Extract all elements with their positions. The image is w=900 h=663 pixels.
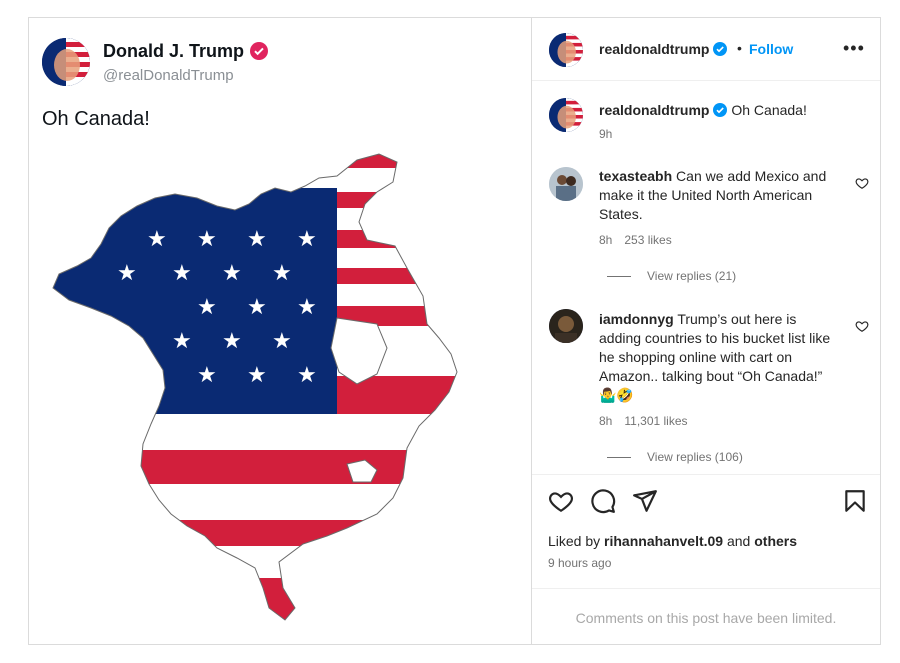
share-paper-plane-icon[interactable] xyxy=(632,488,658,514)
header-avatar[interactable] xyxy=(549,33,583,67)
caption-username[interactable]: realdonaldtrump xyxy=(599,102,709,118)
svg-text:★: ★ xyxy=(247,227,267,252)
like-heart-icon[interactable] xyxy=(548,488,574,514)
svg-text:★: ★ xyxy=(297,363,317,388)
comment-avatar[interactable] xyxy=(549,167,583,201)
header-divider xyxy=(532,80,880,81)
comment-username[interactable]: iamdonnyg xyxy=(599,311,674,327)
svg-text:★: ★ xyxy=(272,329,292,354)
comment-time: 8h xyxy=(599,233,613,247)
comment-meta: 8h 253 likes xyxy=(599,233,684,247)
caption-time: 9h xyxy=(599,127,613,141)
svg-text:★: ★ xyxy=(222,329,242,354)
view-replies-label[interactable]: View replies (21) xyxy=(647,269,736,283)
post-image[interactable]: Donald J. Trump @realDonaldTrump Oh Cana… xyxy=(29,18,532,644)
post-card: Donald J. Trump @realDonaldTrump Oh Cana… xyxy=(28,17,881,645)
north-america-flag-map: ★ ★ ★ ★ ★ ★ ★ ★ ★ ★ ★ ★ ★ ★ ★ ★ ★ xyxy=(47,148,527,633)
separator-dot: • xyxy=(737,40,742,56)
view-replies-label[interactable]: View replies (106) xyxy=(647,450,743,464)
verified-badge-icon xyxy=(713,42,728,59)
caption: realdonaldtrump Oh Canada! xyxy=(599,102,807,120)
liked-by-prefix: Liked by xyxy=(548,533,601,549)
caption-text: Oh Canada! xyxy=(731,102,807,118)
comment-like-heart-icon[interactable] xyxy=(855,176,869,190)
tweet-avatar xyxy=(42,38,90,86)
post-sidebar: realdonaldtrump • Follow ••• realdonaldt… xyxy=(532,18,880,644)
svg-text:★: ★ xyxy=(297,227,317,252)
tweet-display-name-text: Donald J. Trump xyxy=(103,41,245,61)
liked-by: Liked by rihannahanvelt.09 and others xyxy=(548,533,797,549)
verified-badge-icon xyxy=(713,103,728,120)
comments-limited-notice: Comments on this post have been limited. xyxy=(575,610,837,626)
comment-like-heart-icon[interactable] xyxy=(855,319,869,333)
svg-text:★: ★ xyxy=(117,261,137,286)
comment-meta: 8h 11,301 likes xyxy=(599,414,700,428)
actions-divider xyxy=(532,474,880,475)
bookmark-icon[interactable] xyxy=(842,488,868,514)
liked-by-user[interactable]: rihannahanvelt.09 xyxy=(604,533,723,549)
comment-likes[interactable]: 11,301 likes xyxy=(624,414,687,428)
verified-badge-icon xyxy=(250,42,269,65)
svg-text:★: ★ xyxy=(172,261,192,286)
action-bar xyxy=(532,488,880,518)
tweet-display-name: Donald J. Trump xyxy=(103,41,269,65)
more-options-button[interactable]: ••• xyxy=(843,39,865,57)
comment-text-block: iamdonnyg Trump’s out here is adding cou… xyxy=(599,310,839,405)
svg-text:★: ★ xyxy=(147,227,167,252)
post-timestamp: 9 hours ago xyxy=(548,556,612,570)
follow-button[interactable]: Follow xyxy=(749,41,793,57)
footer-divider xyxy=(532,588,880,589)
tweet-handle: @realDonaldTrump xyxy=(103,67,234,84)
svg-text:★: ★ xyxy=(222,261,242,286)
replies-line xyxy=(607,457,631,459)
comment-bubble-icon[interactable] xyxy=(590,488,616,514)
liked-by-others[interactable]: others xyxy=(754,533,797,549)
comment-likes[interactable]: 253 likes xyxy=(624,233,671,247)
view-replies-button[interactable]: View replies (106) xyxy=(607,450,743,464)
svg-text:★: ★ xyxy=(247,295,267,320)
comment-time: 8h xyxy=(599,414,613,428)
svg-text:★: ★ xyxy=(297,295,317,320)
comment-text-block: texasteabh Can we add Mexico and make it… xyxy=(599,167,839,224)
view-replies-button[interactable]: View replies (21) xyxy=(607,269,736,283)
caption-avatar[interactable] xyxy=(549,98,583,132)
header-username-text[interactable]: realdonaldtrump xyxy=(599,41,709,57)
comment-avatar[interactable] xyxy=(549,309,583,343)
replies-line xyxy=(607,276,631,278)
svg-text:★: ★ xyxy=(197,363,217,388)
svg-text:★: ★ xyxy=(272,261,292,286)
svg-text:★: ★ xyxy=(172,329,192,354)
liked-by-and: and xyxy=(726,533,751,549)
svg-text:★: ★ xyxy=(197,227,217,252)
comment-username[interactable]: texasteabh xyxy=(599,168,672,184)
header-username[interactable]: realdonaldtrump xyxy=(599,41,728,59)
tweet-text: Oh Canada! xyxy=(42,108,150,130)
svg-text:★: ★ xyxy=(197,295,217,320)
svg-text:★: ★ xyxy=(247,363,267,388)
